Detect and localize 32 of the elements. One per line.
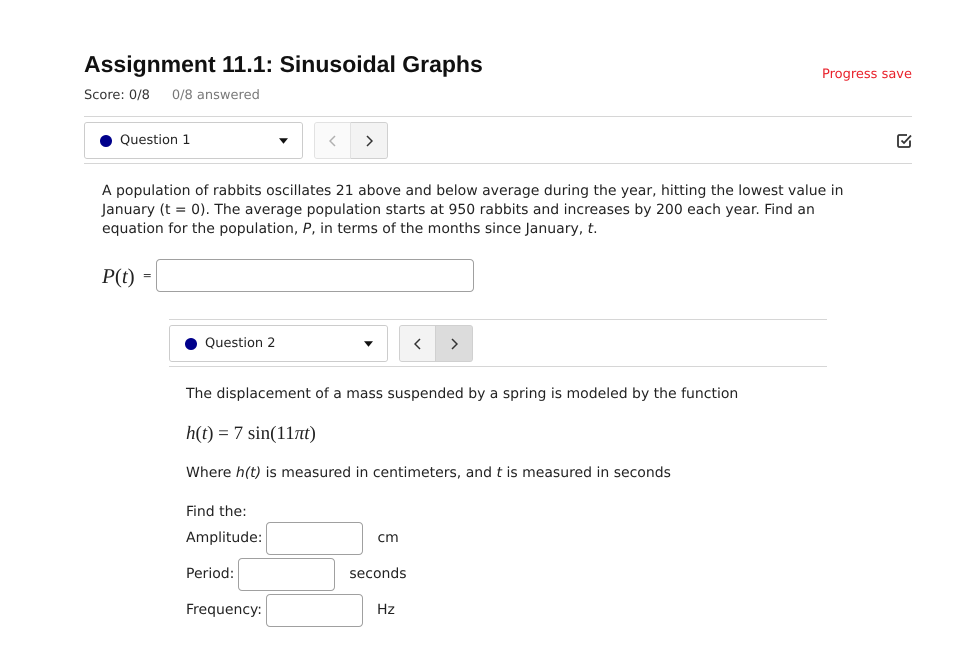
- answered-count: 0/8 answered: [172, 87, 260, 105]
- question-selector[interactable]: Question 2: [169, 325, 388, 362]
- equals-sign: =: [142, 268, 152, 284]
- answer-field[interactable]: [266, 522, 364, 555]
- caret-icon: [279, 138, 288, 144]
- progress-status: Progress save: [822, 66, 912, 84]
- answer-field[interactable]: [266, 594, 364, 627]
- part-label: Amplitude:: [186, 529, 262, 548]
- question-text: A population of rabbits oscillates 21 above and below average during the year, hitting the lowest value in January (t = 0). The average population starts at 950 rabbits and increases by 200 each year. Find an equation for the population, P, in terms of the months since January, t.: [102, 182, 845, 239]
- prompt-text: Find the:: [186, 504, 247, 520]
- function-label: P(t): [102, 264, 135, 288]
- unit-label: Hz: [377, 601, 395, 620]
- part-label: Period:: [186, 565, 234, 584]
- answer-field[interactable]: [238, 558, 336, 591]
- next-button[interactable]: [351, 122, 388, 159]
- unit-label: cm: [377, 529, 399, 548]
- part-label: Frequency:: [186, 601, 262, 620]
- question-text: The displacement of a mass suspended by a spring is modeled by the function: [186, 385, 740, 404]
- caret-icon: [364, 340, 373, 346]
- unit-label: seconds: [349, 565, 407, 584]
- previous-button[interactable]: [399, 325, 436, 362]
- assignment-title: Assignment 11.1: Sinusoidal Graphs: [84, 51, 483, 78]
- checkbox-check-icon[interactable]: [897, 133, 912, 148]
- function-equation: h(t) = 7 sin(11πt): [186, 423, 316, 444]
- chevron-right-icon: [366, 134, 372, 146]
- question-selector[interactable]: Question 1: [84, 122, 303, 159]
- chevron-right-icon: [450, 338, 458, 350]
- score-text: Score: 0/8: [84, 87, 150, 105]
- chevron-left-icon: [329, 134, 336, 146]
- units-note: Where h(t) is measured in centimeters, and t is measured in seconds: [186, 464, 672, 483]
- chevron-left-icon: [414, 338, 421, 350]
- answer-field[interactable]: [156, 259, 474, 292]
